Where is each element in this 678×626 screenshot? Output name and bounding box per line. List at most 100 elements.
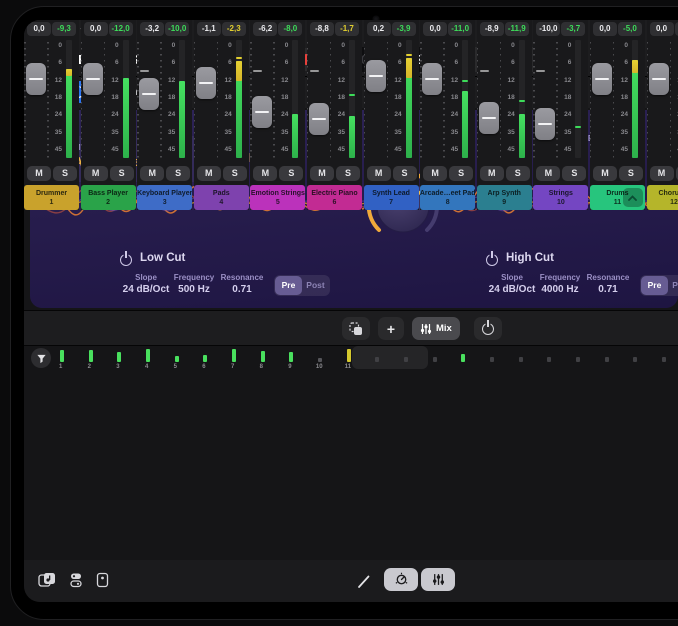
solo-button[interactable]: S <box>393 166 417 181</box>
peak-value[interactable]: -11,0 <box>448 22 472 36</box>
peak-value[interactable]: -8,0 <box>278 22 302 36</box>
fader-handle[interactable] <box>592 63 612 95</box>
overview-meter[interactable] <box>146 349 150 362</box>
fader-handle[interactable] <box>26 63 46 95</box>
solo-button[interactable]: S <box>619 166 643 181</box>
volume-value[interactable]: 0,0 <box>593 22 617 36</box>
track-tile[interactable]: Arp Synth 9 <box>477 185 532 210</box>
peak-value[interactable]: -9,3 <box>52 22 76 36</box>
mix-view-button[interactable]: Mix <box>412 317 460 340</box>
knob-view-button[interactable] <box>384 568 418 591</box>
fader-handle[interactable] <box>309 103 329 135</box>
overview-meter[interactable] <box>347 349 351 362</box>
fader-handle[interactable] <box>83 63 103 95</box>
volume-value[interactable]: 0,0 <box>423 22 447 36</box>
overview-meter[interactable] <box>547 357 551 362</box>
pre-option[interactable]: Pre <box>275 276 302 295</box>
overview-meter[interactable] <box>433 357 437 362</box>
solo-button[interactable]: S <box>223 166 247 181</box>
pre-option[interactable]: Pre <box>641 276 668 295</box>
volume-value[interactable]: -1,1 <box>197 22 221 36</box>
controller-button[interactable] <box>96 572 109 593</box>
fader-view-button[interactable] <box>421 568 455 591</box>
mute-button[interactable]: M <box>593 166 617 181</box>
track-tile[interactable]: Keyboard Player 3 <box>137 185 192 210</box>
pencil-tool-button[interactable] <box>356 574 372 595</box>
fader-handle[interactable] <box>479 102 499 134</box>
mute-button[interactable]: M <box>84 166 108 181</box>
mute-button[interactable]: M <box>27 166 51 181</box>
mute-button[interactable]: M <box>140 166 164 181</box>
fader-handle[interactable] <box>196 67 216 99</box>
volume-value[interactable]: -8,9 <box>480 22 504 36</box>
mute-button[interactable]: M <box>310 166 334 181</box>
peak-value[interactable]: -12,0 <box>109 22 133 36</box>
collapse-strip-button[interactable] <box>623 188 643 207</box>
mute-button[interactable]: M <box>367 166 391 181</box>
mute-button[interactable]: M <box>423 166 447 181</box>
mute-button[interactable]: M <box>650 166 674 181</box>
track-tile[interactable]: Chorus V 12 <box>647 185 678 210</box>
solo-button[interactable]: S <box>562 166 586 181</box>
overview-meter[interactable] <box>519 357 523 362</box>
add-plugin-button[interactable]: + <box>378 317 404 340</box>
mixer-power-button[interactable] <box>474 317 502 340</box>
fader-handle[interactable] <box>535 108 555 140</box>
track-tile[interactable]: Synth Lead 7 <box>364 185 419 210</box>
solo-button[interactable]: S <box>110 166 134 181</box>
volume-value[interactable]: -8,8 <box>310 22 334 36</box>
track-tile[interactable]: Pads 4 <box>194 185 249 210</box>
track-tile[interactable]: Electric Piano 6 <box>307 185 362 210</box>
overview-meter[interactable] <box>633 357 637 362</box>
browser-button[interactable] <box>68 572 84 593</box>
track-tile[interactable]: Emotion Strings 5 <box>250 185 305 210</box>
high-cut-power-button[interactable] <box>486 253 498 271</box>
solo-button[interactable]: S <box>506 166 530 181</box>
overview-meter[interactable] <box>175 356 179 362</box>
overview-meter[interactable] <box>576 357 580 362</box>
peak-value[interactable]: -3,7 <box>561 22 585 36</box>
post-option[interactable]: Post <box>668 276 678 295</box>
volume-value[interactable]: 0,2 <box>367 22 391 36</box>
low-cut-pre-post-toggle[interactable]: Pre Post <box>274 275 330 296</box>
peak-value[interactable]: -10,0 <box>165 22 189 36</box>
peak-value[interactable]: -1,7 <box>335 22 359 36</box>
fader-handle[interactable] <box>252 96 272 128</box>
track-tile[interactable]: Arcade…eet Pad 8 <box>420 185 475 210</box>
overview-meter[interactable] <box>117 352 121 362</box>
peak-value[interactable]: -11,9 <box>505 22 529 36</box>
track-tile[interactable]: Bass Player 2 <box>81 185 136 210</box>
peak-value[interactable] <box>675 22 678 36</box>
filter-button[interactable] <box>31 348 51 368</box>
peak-value[interactable]: -2,3 <box>222 22 246 36</box>
low-cut-power-button[interactable] <box>120 253 132 271</box>
solo-button[interactable]: S <box>336 166 360 181</box>
high-cut-pre-post-toggle[interactable]: Pre Post <box>640 275 678 296</box>
fader-handle[interactable] <box>649 63 669 95</box>
mute-button[interactable]: M <box>536 166 560 181</box>
overview-meter[interactable] <box>605 357 609 362</box>
high-cut-resonance[interactable]: Resonance 0.71 <box>578 273 638 295</box>
peak-value[interactable]: -3,9 <box>392 22 416 36</box>
volume-value[interactable]: -3,2 <box>140 22 164 36</box>
overview-meter[interactable] <box>404 357 408 362</box>
duplicate-button[interactable] <box>342 317 370 340</box>
fader-handle[interactable] <box>139 78 159 110</box>
fader-handle[interactable] <box>366 60 386 92</box>
volume-value[interactable]: -6,2 <box>253 22 277 36</box>
solo-button[interactable]: S <box>279 166 303 181</box>
overview-meter[interactable] <box>318 358 322 362</box>
overview-meter[interactable] <box>261 351 265 362</box>
track-tile[interactable]: Drums 11 <box>590 185 645 210</box>
volume-value[interactable]: 0,0 <box>650 22 674 36</box>
volume-value[interactable]: -10,0 <box>536 22 560 36</box>
overview-meter[interactable] <box>461 354 465 362</box>
mute-button[interactable]: M <box>480 166 504 181</box>
loop-browser-button[interactable] <box>38 572 56 593</box>
overview-meter[interactable] <box>375 357 379 362</box>
peak-value[interactable]: -5,0 <box>618 22 642 36</box>
solo-button[interactable]: S <box>53 166 77 181</box>
overview-meter[interactable] <box>203 355 207 362</box>
overview-meter[interactable] <box>662 357 666 362</box>
volume-value[interactable]: 0,0 <box>84 22 108 36</box>
